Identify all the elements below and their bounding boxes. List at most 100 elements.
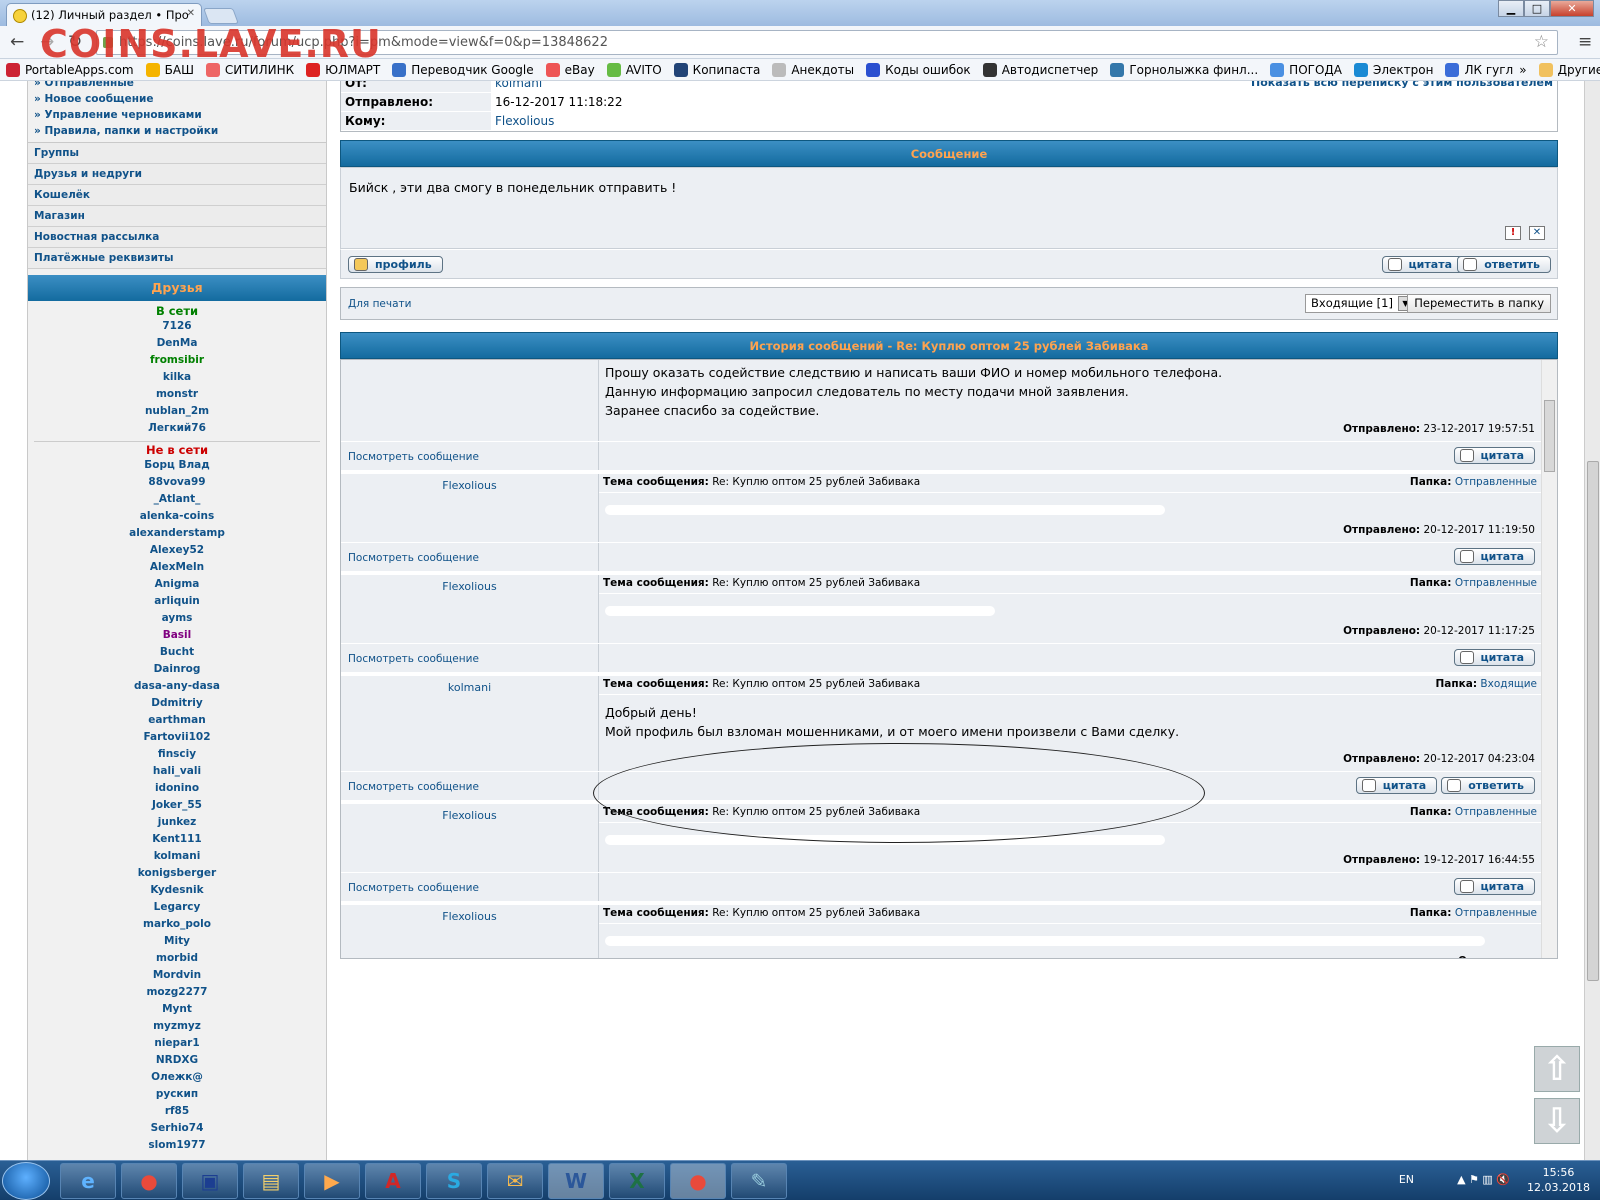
bookmark-item[interactable]: Электрон [1354,62,1433,77]
bookmark-item[interactable]: ЛК гугл [1445,62,1513,77]
paint-icon[interactable]: ✎ [731,1163,787,1199]
history-author[interactable]: Flexolious [341,575,598,593]
friend-offline[interactable]: Mity [28,933,326,950]
print-link[interactable]: Для печати [348,298,411,310]
friend-offline[interactable]: ayms [28,610,326,627]
from-value[interactable]: kolmani [495,81,542,90]
friend-online[interactable]: DenMa [28,335,326,352]
chrome-active-icon[interactable]: ● [670,1163,726,1199]
friend-online[interactable]: 7126 [28,318,326,335]
friend-online[interactable]: fromsibir [28,352,326,369]
start-button[interactable] [2,1162,50,1200]
language-indicator[interactable]: EN [1399,1173,1414,1186]
bookmark-item[interactable]: Переводчик Google [392,62,534,77]
ie-icon[interactable]: e [60,1163,116,1199]
report-icon[interactable]: ! [1505,226,1521,240]
bookmark-item[interactable]: ПОГОДА [1270,62,1342,77]
friend-offline[interactable]: Mordvin [28,967,326,984]
friend-offline[interactable]: 88vova99 [28,474,326,491]
friend-offline[interactable]: niepar1 [28,1035,326,1052]
friend-offline[interactable]: rf85 [28,1103,326,1120]
skype-icon[interactable]: S [426,1163,482,1199]
view-message-link[interactable]: Посмотреть сообщение [341,644,599,672]
friend-offline[interactable]: Bucht [28,644,326,661]
to-value[interactable]: Flexolious [491,112,1557,130]
sidebar-item[interactable]: Платёжные реквизиты [28,248,326,269]
back-icon[interactable]: ← [10,32,24,52]
scroll-down-button[interactable]: ⇩ [1534,1098,1580,1144]
friend-offline[interactable]: Dainrog [28,661,326,678]
friend-offline[interactable]: Serhio74 [28,1120,326,1137]
friend-offline[interactable]: Борц Влад [28,457,326,474]
quote-button[interactable]: цитата [1453,878,1535,895]
bookmark-star-icon[interactable]: ☆ [1534,32,1549,52]
history-author[interactable]: Flexolious [341,804,598,822]
bookmark-item[interactable]: БАШ [145,62,194,77]
reply-button[interactable]: ответить [1441,777,1535,794]
move-to-folder-button[interactable]: Переместить в папку [1407,294,1551,313]
friend-offline[interactable]: earthman [28,712,326,729]
friend-online[interactable]: nublan_2m [28,403,326,420]
sidebar-link[interactable]: » Отправленные [28,81,326,91]
friend-offline[interactable]: myzmyz [28,1018,326,1035]
tray-icons[interactable]: ▲ ⚑ ▥ 🔇 [1457,1173,1510,1186]
media-player-icon[interactable]: ▶ [304,1163,360,1199]
folder-icon[interactable]: ▤ [243,1163,299,1199]
friend-offline[interactable]: slom1977 [28,1137,326,1154]
quote-button[interactable]: цитата [1453,649,1535,666]
friend-offline[interactable]: Kydesnik [28,882,326,899]
friend-offline[interactable]: junkez [28,814,326,831]
outlook-icon[interactable]: ✉ [487,1163,543,1199]
history-scrollbar[interactable] [1541,360,1557,958]
sidebar-item[interactable]: Кошелёк [28,185,326,206]
friend-offline[interactable]: NRDXG [28,1052,326,1069]
bookmark-item[interactable]: Анекдоты [772,62,854,77]
save-disk-icon[interactable]: ▣ [182,1163,238,1199]
friend-offline[interactable]: AlexMeln [28,559,326,576]
bookmark-item[interactable]: Коды ошибок [866,62,971,77]
sidebar-item[interactable]: Новостная рассылка [28,227,326,248]
quote-button[interactable]: цитата [1453,548,1535,565]
friend-offline[interactable]: Anigma [28,576,326,593]
friend-offline[interactable]: Mynt [28,1001,326,1018]
friend-offline[interactable]: _Atlant_ [28,491,326,508]
friend-online[interactable]: kilka [28,369,326,386]
bookmark-item[interactable]: PortableApps.com [6,62,134,77]
bookmark-item[interactable]: Копипаста [673,62,760,77]
excel-icon[interactable]: X [609,1163,665,1199]
history-author[interactable]: kolmani [341,676,598,694]
bookmark-item[interactable]: Другие закладки [1538,62,1600,77]
close-window-icon[interactable]: ✕ [1550,0,1594,17]
minimize-icon[interactable]: ▁ [1498,0,1524,17]
show-all-link[interactable]: Показать всю переписку с этим пользовате… [1251,81,1553,90]
friend-offline[interactable]: hali_vali [28,763,326,780]
sidebar-link[interactable]: » Управление черновиками [28,107,326,123]
friend-offline[interactable]: idonino [28,780,326,797]
view-message-link[interactable]: Посмотреть сообщение [341,772,599,800]
bookmark-item[interactable]: AVITO [606,62,662,77]
friend-offline[interactable]: mozg2277 [28,984,326,1001]
sidebar-item[interactable]: Группы [28,143,326,164]
folder-select[interactable]: Входящие [1] ▼ [1305,294,1415,313]
maximize-icon[interactable]: □ [1524,0,1550,17]
friend-offline[interactable]: finsciy [28,746,326,763]
scrollbar-thumb[interactable] [1587,461,1599,981]
menu-wrench-icon[interactable]: ≡ [1578,32,1592,52]
delete-icon[interactable]: ✕ [1529,226,1545,240]
friend-offline[interactable]: dasa-any-dasa [28,678,326,695]
friend-offline[interactable]: kolmani [28,848,326,865]
friend-offline[interactable]: konigsberger [28,865,326,882]
sidebar-item[interactable]: Друзья и недруги [28,164,326,185]
close-tab-icon[interactable]: ✕ [187,8,195,19]
friend-online[interactable]: Легкий76 [28,420,326,437]
view-message-link[interactable]: Посмотреть сообщение [341,543,599,571]
sidebar-item[interactable]: Магазин [28,206,326,227]
quote-button[interactable]: цитата [1381,256,1463,273]
friend-offline[interactable]: Joker_55 [28,797,326,814]
quote-button[interactable]: цитата [1355,777,1438,794]
friend-offline[interactable]: arliquin [28,593,326,610]
acrobat-icon[interactable]: A [365,1163,421,1199]
quote-button[interactable]: цитата [1453,447,1535,464]
friend-offline[interactable]: alenka-coins [28,508,326,525]
reply-button[interactable]: ответить [1457,256,1551,273]
